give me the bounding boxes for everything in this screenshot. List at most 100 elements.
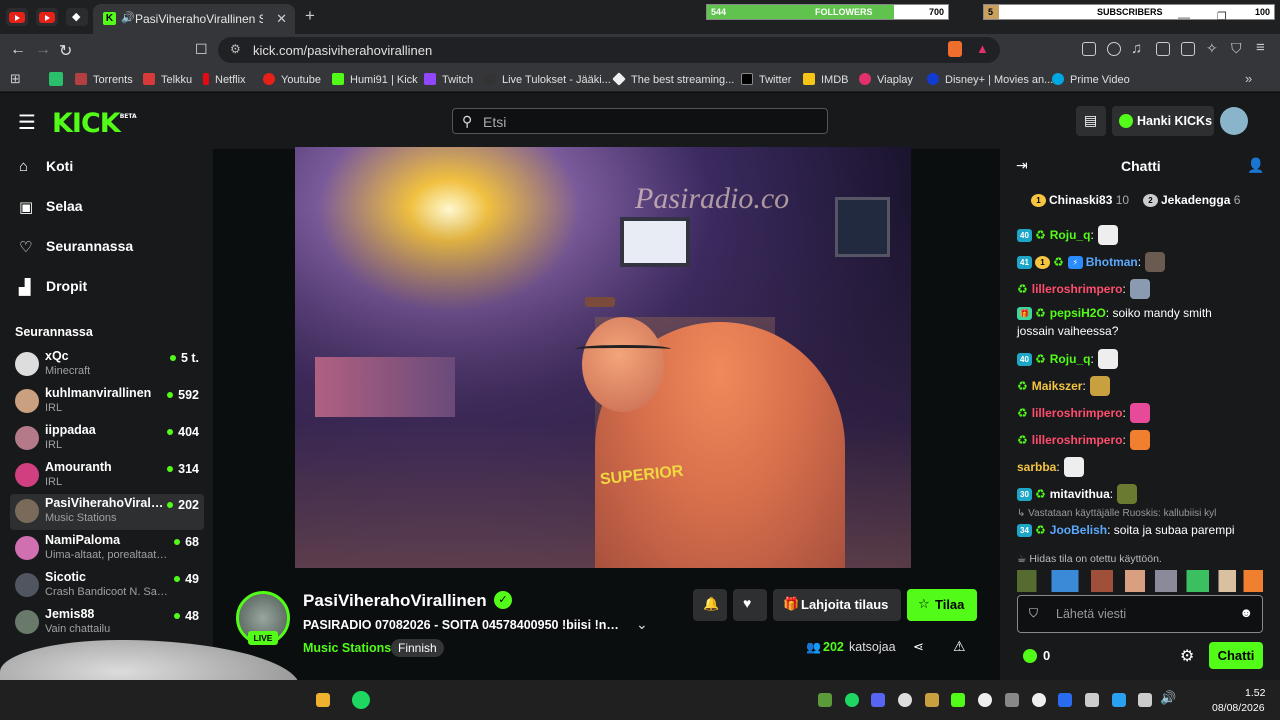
chat-message: 40 ♻ Roju_q: [1017,349,1118,369]
nav-browse[interactable]: Selaa [46,198,83,214]
steam-icon[interactable] [978,693,992,707]
more-bookmarks-icon[interactable]: » [1245,71,1252,86]
bookmark-icon[interactable]: ☐ [195,41,208,58]
followed-channel-namipaloma[interactable]: NamiPalomaUima-altaat, porealtaat ja ran… [10,531,204,567]
bookmark-twitch[interactable]: Twitch [424,73,473,86]
bookmark-favicon-icon[interactable] [49,72,63,86]
bookmark-prime[interactable]: Prime Video [1052,73,1130,86]
extension-icon[interactable] [1082,42,1096,56]
stream-category[interactable]: Music Stations [303,641,391,655]
url-bar[interactable]: ⚙ kick.com/pasiviherahovirallinen ▲ [218,37,1000,63]
play-tray-icon[interactable] [951,693,965,707]
tray-app-icon[interactable] [925,693,939,707]
apps-icon[interactable]: ⊞ [10,71,21,87]
collapse-chat-icon[interactable]: ⇥ [1016,157,1028,174]
gift-sub-button[interactable]: 🎁 Lahjoita tilaus [773,589,901,621]
follow-button[interactable]: ♥ [733,589,767,621]
tray-icon[interactable] [818,693,832,707]
spotify-icon[interactable] [352,691,370,709]
folder-icon[interactable] [316,693,330,707]
bookmark-netflix[interactable]: Netflix [203,73,246,86]
close-tab-icon[interactable]: ✕ [276,11,287,27]
stream-tag[interactable]: Finnish [391,639,444,657]
subscribe-button[interactable]: ☆ Tilaa [907,589,977,621]
nav-following[interactable]: Seurannassa [46,238,133,254]
defender-icon[interactable] [1112,693,1126,707]
tray-app-icon-3[interactable] [1032,693,1046,707]
users-icon[interactable]: 👤 [1247,157,1264,174]
maximize-icon[interactable]: ❐ [1217,10,1227,23]
sidebar-icon[interactable] [1156,42,1170,56]
discord-icon[interactable] [871,693,885,707]
top-gifter-2[interactable]: 2 Jekadengga 6 [1143,193,1240,207]
bookmark-youtube[interactable]: Youtube [263,73,321,86]
tray-app-icon-2[interactable] [1005,693,1019,707]
top-gifter-1[interactable]: 1 Chinaski83 10 [1031,193,1129,207]
cloud-icon[interactable] [898,693,912,707]
bookmark-twitter[interactable]: Twitter [741,73,791,86]
forward-icon[interactable]: → [35,41,51,59]
streaming-tab[interactable]: ◆ [66,8,88,26]
back-icon[interactable]: ← [10,41,26,59]
bookmark-torrents[interactable]: Torrents [75,73,133,86]
minimize-icon[interactable]: — [1178,10,1190,24]
kick-logo[interactable]: KICKBETA [52,108,137,139]
new-tab-button[interactable]: + [305,6,315,26]
music-icon[interactable]: ♫ [1131,40,1142,57]
library-button[interactable]: ▤ [1076,106,1106,136]
report-icon[interactable]: ⚠ [953,638,966,655]
usb-icon[interactable] [1085,693,1099,707]
chat-input[interactable]: ⛉ Lähetä viesti ☻ [1017,595,1263,633]
channel-name[interactable]: PasiViherahoVirallinen [303,591,487,611]
followed-channel-jemis88[interactable]: Jemis88 Vain chattailu 48 [10,605,204,641]
followed-channel-sicotic[interactable]: SicoticCrash Bandicoot N. Sane Trilogy49 [10,568,204,604]
followers-goal: 700 [928,7,944,17]
spotify-tray-icon[interactable] [845,693,859,707]
bookmark-imdb[interactable]: IMDB [803,73,849,86]
bookmark-disney[interactable]: Disney+ | Movies an... [927,73,1053,86]
active-tab[interactable]: K 🔊 PasiViherahoVirallinen Stream ✕ [93,4,295,34]
brave-shield-icon[interactable] [948,41,962,57]
search-input[interactable]: ⚲ Etsi [452,108,828,134]
reload-icon[interactable]: ↻ [59,41,72,61]
expand-chevron-icon[interactable]: ⌄ [636,616,648,633]
hamburger-menu-icon[interactable]: ☰ [18,110,36,135]
followed-channel-amouranth[interactable]: Amouranth IRL 314 [10,458,204,494]
browse-icon: ▣ [19,199,34,216]
send-chat-button[interactable]: Chatti [1209,642,1263,669]
bookmark-humi91[interactable]: Humi91 | Kick [332,73,418,86]
nav-home[interactable]: Koti [46,158,73,174]
nav-drops[interactable]: Dropit [46,278,87,294]
mic-icon[interactable] [1138,693,1152,707]
settings-gear-icon[interactable]: ⚙ [1180,646,1194,666]
youtube-tab[interactable] [6,8,28,26]
brave-rewards-icon[interactable]: ▲ [976,41,989,56]
bookmark-viaplay[interactable]: Viaplay [859,73,913,86]
leo-ai-icon[interactable]: ✧ [1206,40,1218,57]
volume-icon[interactable]: 🔊 [1160,690,1176,706]
viaplay-icon [859,73,871,85]
emoji-icon[interactable]: ☻ [1239,605,1253,620]
followed-channel-pasiviherahovirallinen[interactable]: PasiViherahoVirallinenMusic Stations202 [10,494,204,530]
user-avatar[interactable] [1220,107,1248,135]
reply-context: ↳ Vastataan käyttäjälle Ruoskis: kallubi… [1017,508,1217,519]
bookmark-live-tulokset[interactable]: Live Tulokset - Jääki... [484,73,611,86]
youtube-tab-2[interactable] [36,8,58,26]
emote-quick-bar[interactable] [1017,570,1263,592]
vpn-icon[interactable]: ⛉ [1231,40,1242,57]
video-player[interactable]: SUPERIOR Pasiradio.co [295,147,911,568]
bluetooth-icon[interactable] [1058,693,1072,707]
followed-channel-xqc[interactable]: xQc Minecraft 5 t. [10,347,204,383]
site-info-icon[interactable]: ⚙ [230,42,241,56]
menu-icon[interactable]: ≡ [1256,39,1265,56]
followed-channel-iippadaa[interactable]: iippadaa IRL 404 [10,421,204,457]
wallet-icon[interactable] [1181,42,1195,56]
puzzle-icon[interactable] [1107,42,1121,56]
followers-current: 544 [711,7,727,17]
followed-channel-kuhlmanvirallinen[interactable]: kuhlmanvirallinen IRL 592 [10,384,204,420]
bookmark-streaming[interactable]: The best streaming... [612,72,734,86]
get-kicks-button[interactable]: Hanki KICKs [1112,106,1214,136]
notification-button[interactable]: 🔔 [693,589,727,621]
bookmark-telkku[interactable]: Telkku [143,73,192,86]
share-icon[interactable]: ⋖ [913,639,924,655]
